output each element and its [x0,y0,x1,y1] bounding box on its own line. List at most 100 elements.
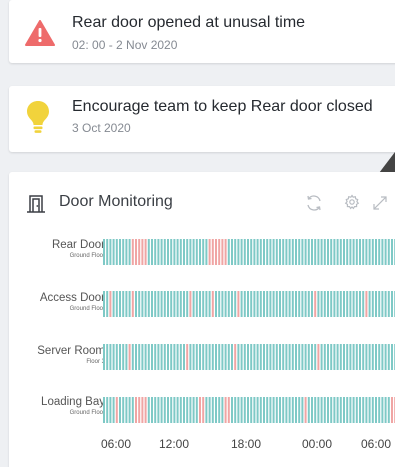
alert-date: 3 Oct 2020 [72,121,131,135]
door-open-segment [199,397,201,423]
door-closed-segment [253,344,256,370]
door-open-segment [202,397,205,423]
door-closed-segment [183,291,185,317]
door-closed-segment [157,344,160,370]
door-closed-segment [339,397,342,423]
door-closed-segment [291,291,294,317]
door-closed-segment [275,397,278,423]
door-closed-segment [128,397,131,423]
door-closed-segment [215,344,217,370]
door-closed-segment [112,397,115,423]
door-closed-segment [387,397,390,423]
door-closed-segment [234,397,237,423]
door-closed-segment [109,397,112,423]
door-closed-segment [151,397,153,423]
door-closed-segment [314,344,317,370]
door-closed-segment [282,344,285,370]
door-closed-segment [179,239,182,265]
door-closed-segment [263,397,265,423]
door-open-segment [131,291,134,317]
door-closed-segment [282,239,285,265]
door-closed-segment [384,344,387,370]
door-closed-segment [391,344,393,370]
door-closed-segment [381,239,384,265]
door-closed-segment [144,344,147,370]
door-closed-segment [186,291,189,317]
door-closed-segment [323,344,326,370]
door-closed-segment [253,291,256,317]
door-closed-segment [275,291,278,317]
door-closed-segment [215,397,217,423]
door-closed-segment [163,397,166,423]
door-closed-segment [317,239,320,265]
door-closed-segment [119,344,121,370]
door-closed-segment [355,344,358,370]
door-closed-segment [378,344,381,370]
door-closed-segment [119,239,121,265]
door-closed-segment [330,291,333,317]
door-closed-segment [339,239,342,265]
door-closed-segment [186,239,189,265]
door-open-segment [128,344,131,370]
door-open-segment [314,291,317,317]
door-closed-segment [298,397,301,423]
door-closed-segment [170,291,173,317]
door-open-segment [211,291,214,317]
door-closed-segment [221,344,224,370]
door-closed-segment [125,291,128,317]
door-closed-segment [333,291,336,317]
door-closed-segment [285,397,288,423]
door-closed-segment [288,344,291,370]
door-closed-segment [170,344,173,370]
alert-card-rear-door-opened[interactable]: Rear door opened at unusal time 02: 00 -… [9,0,395,63]
door-closed-segment [317,397,320,423]
door-closed-segment [349,239,352,265]
door-closed-segment [199,239,201,265]
door-closed-segment [106,344,109,370]
door-closed-segment [119,291,121,317]
door-closed-segment [122,291,125,317]
door-closed-segment [375,344,377,370]
door-closed-segment [195,291,198,317]
door-closed-segment [224,291,227,317]
door-closed-segment [195,397,198,423]
door-closed-segment [176,239,179,265]
x-tick-label: 18:00 [230,437,262,451]
door-closed-segment [368,344,371,370]
timeline-row-rear-door [103,239,395,265]
door-open-segment [138,397,141,423]
door-closed-segment [103,344,105,370]
door-closed-segment [135,291,137,317]
door-closed-segment [186,397,189,423]
door-open-segment [135,239,137,265]
door-closed-segment [147,239,150,265]
door-open-segment [224,239,227,265]
alert-title: Encourage team to keep Rear door closed [72,98,373,115]
door-closed-segment [247,397,249,423]
door-closed-segment [266,291,269,317]
door-closed-segment [205,344,208,370]
door-closed-segment [288,239,291,265]
door-closed-segment [109,344,112,370]
door-closed-segment [240,397,243,423]
door-closed-segment [103,239,105,265]
door-closed-segment [272,239,275,265]
door-closed-segment [125,397,128,423]
door-closed-segment [320,344,323,370]
door-closed-segment [243,344,246,370]
door-closed-segment [304,239,307,265]
door-closed-segment [259,397,262,423]
door-closed-segment [336,291,339,317]
door-closed-segment [291,397,294,423]
door-closed-segment [285,239,288,265]
alert-card-encourage-team[interactable]: Encourage team to keep Rear door closed … [9,86,395,152]
door-closed-segment [298,291,301,317]
door-closed-segment [272,397,275,423]
door-closed-segment [215,291,217,317]
door-closed-segment [240,239,243,265]
door-closed-segment [163,239,166,265]
door-closed-segment [275,239,278,265]
door-closed-segment [154,397,157,423]
door-closed-segment [151,344,153,370]
door-open-segment [317,344,320,370]
